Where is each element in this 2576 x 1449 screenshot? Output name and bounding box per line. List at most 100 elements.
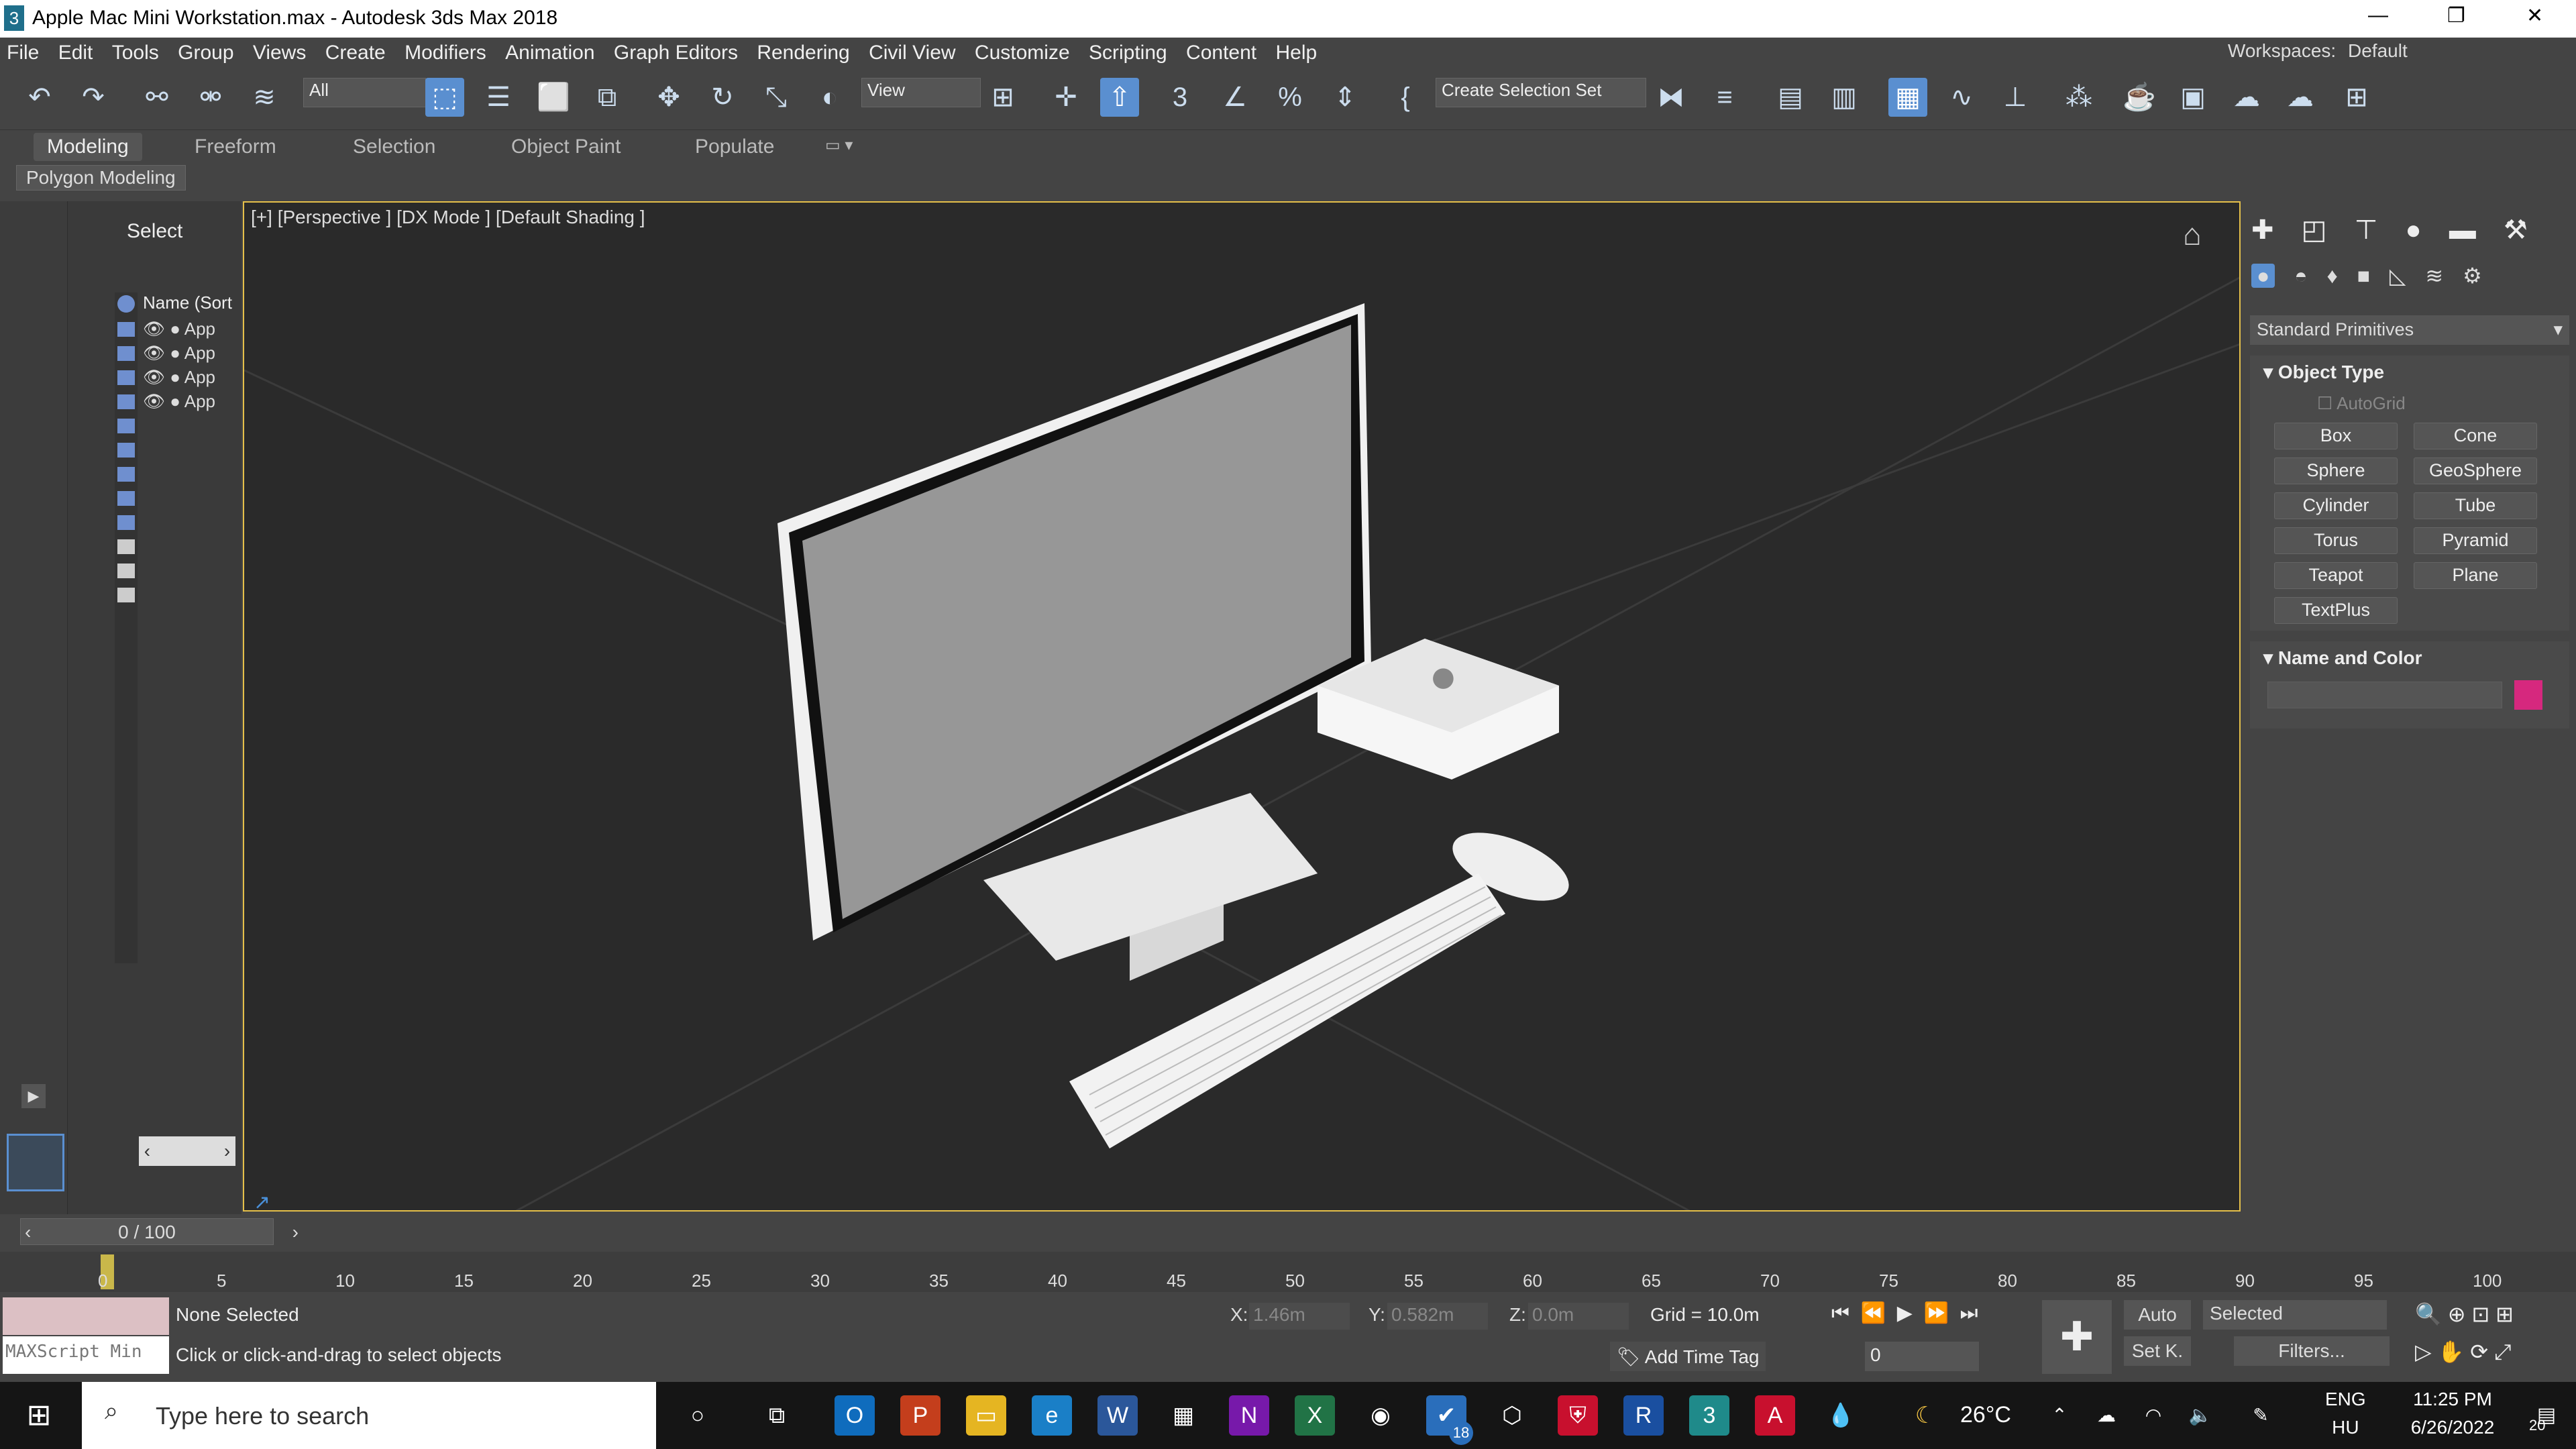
menu-graph-editors[interactable]: Graph Editors <box>607 38 745 64</box>
menu-content[interactable]: Content <box>1179 38 1263 64</box>
hierarchy-tab-icon[interactable]: ⊤ <box>2355 215 2378 245</box>
current-frame-spinner[interactable]: 0 <box>1865 1342 1979 1371</box>
tab-modeling[interactable]: Modeling <box>34 133 142 161</box>
category-dropdown[interactable]: Standard Primitives ▾ <box>2250 315 2569 345</box>
show-hidden-icons[interactable]: ⌃ <box>2039 1395 2080 1436</box>
spacewarps-icon[interactable]: ≋ <box>2425 264 2443 288</box>
cortana-icon[interactable]: ○ <box>678 1395 718 1436</box>
eye-icon[interactable]: 👁 <box>143 367 165 387</box>
select-by-name-icon[interactable]: ☰ <box>479 78 518 117</box>
groups-filter-icon[interactable] <box>117 467 135 482</box>
shapes-icon[interactable]: ◓ <box>2294 264 2307 288</box>
powerpoint-icon[interactable]: P <box>900 1395 941 1436</box>
maxscript-mini-listener[interactable]: MAXScript Min <box>3 1336 169 1374</box>
weather-temperature[interactable]: 26°C <box>1960 1402 2011 1428</box>
menu-file[interactable]: File <box>0 38 46 64</box>
eye-icon[interactable]: 👁 <box>143 343 165 363</box>
rendered-frame-icon[interactable]: ▣ <box>2174 78 2212 117</box>
move-icon[interactable]: ✥ <box>649 78 688 117</box>
y-coordinate-field[interactable]: 0.582m <box>1387 1303 1488 1330</box>
scene-explorer-icon[interactable]: ▦ <box>1888 78 1927 117</box>
key-filter-dropdown[interactable]: Selected <box>2203 1300 2387 1330</box>
undo-icon[interactable]: ↶ <box>20 78 59 117</box>
display-tab-icon[interactable]: ▬ <box>2449 215 2476 245</box>
object-type-title[interactable]: ▾ Object Type <box>2263 361 2384 383</box>
render-setup-icon[interactable]: ☕ <box>2120 78 2159 117</box>
autocad-icon[interactable]: A <box>1755 1395 1795 1436</box>
modify-tab-icon[interactable]: ◰ <box>2302 215 2327 245</box>
workspaces-dropdown[interactable]: Default <box>2348 40 2556 62</box>
wifi-icon[interactable]: ◠ <box>2133 1395 2174 1436</box>
menu-views[interactable]: Views <box>246 38 313 64</box>
clock[interactable]: 11:25 PM 6/26/2022 <box>2385 1389 2520 1438</box>
cameras-icon[interactable]: ■ <box>2357 264 2370 288</box>
render-iterative-icon[interactable]: ☁ <box>2281 78 2320 117</box>
helpers-icon[interactable]: ◺ <box>2390 264 2406 288</box>
geosphere-button[interactable]: GeoSphere <box>2414 458 2537 484</box>
word-icon[interactable]: W <box>1097 1395 1138 1436</box>
bind-space-warp-icon[interactable]: ≋ <box>245 78 284 117</box>
torus-button[interactable]: Torus <box>2274 527 2398 554</box>
scale-icon[interactable]: ⤡ <box>757 78 796 117</box>
zoom-extents-icon[interactable]: ⊡ <box>2471 1302 2489 1326</box>
textplus-button[interactable]: TextPlus <box>2274 597 2398 624</box>
menu-modifiers[interactable]: Modifiers <box>398 38 493 64</box>
layer-filter-icon[interactable] <box>117 588 135 602</box>
placement-icon[interactable]: ◐ <box>810 78 849 117</box>
z-coordinate-field[interactable]: 0.0m <box>1528 1303 1629 1330</box>
teapot-button[interactable]: Teapot <box>2274 562 2398 589</box>
onenote-icon[interactable]: N <box>1229 1395 1269 1436</box>
maxscript-listener-top[interactable] <box>3 1297 169 1335</box>
pyramid-button[interactable]: Pyramid <box>2414 527 2537 554</box>
set-key-icon[interactable]: ✚ <box>2042 1300 2112 1374</box>
invert-filter-icon[interactable] <box>117 564 135 578</box>
object-color-swatch[interactable] <box>2514 680 2542 710</box>
rect-selection-icon[interactable]: ⬜ <box>534 78 573 117</box>
volume-icon[interactable]: 🔈 <box>2180 1395 2220 1436</box>
display-all-icon[interactable] <box>117 539 135 554</box>
autogrid-checkbox[interactable]: ☐ AutoGrid <box>2317 393 2406 414</box>
menu-civil-view[interactable]: Civil View <box>862 38 962 64</box>
render-icon[interactable]: ☁ <box>2227 78 2266 117</box>
lights-icon[interactable]: ♦ <box>2326 264 2337 288</box>
align-icon[interactable]: ≡ <box>1705 78 1744 117</box>
next-frame-icon[interactable]: › <box>292 1219 299 1246</box>
select-manipulate-icon[interactable]: ✛ <box>1046 78 1085 117</box>
create-tab-icon[interactable]: ✚ <box>2251 215 2274 245</box>
keyboard-shortcut-override-icon[interactable]: ⇧ <box>1100 78 1139 117</box>
systems-icon[interactable]: ⚙ <box>2463 264 2482 288</box>
cone-button[interactable]: Cone <box>2414 423 2537 449</box>
file-explorer-icon[interactable]: ▭ <box>966 1395 1006 1436</box>
x-coordinate-field[interactable]: 1.46m <box>1249 1303 1350 1330</box>
snaps-toggle-icon[interactable]: 3 <box>1161 78 1199 117</box>
play-icon[interactable]: ▶ <box>1897 1302 1913 1324</box>
bones-filter-icon[interactable] <box>117 515 135 530</box>
ref-coord-dropdown[interactable]: View <box>861 78 981 107</box>
list-item[interactable]: 👁 ● App <box>143 365 215 389</box>
geometry-icon[interactable]: ● <box>2251 264 2275 288</box>
spacewarps-filter-icon[interactable] <box>117 443 135 458</box>
tab-freeform[interactable]: Freeform <box>181 133 290 161</box>
outlook-icon[interactable]: O <box>835 1395 875 1436</box>
pen-icon[interactable]: ✎ <box>2241 1395 2281 1436</box>
paint-app-icon[interactable]: 💧 <box>1821 1395 1861 1436</box>
redo-icon[interactable]: ↷ <box>74 78 113 117</box>
angle-snap-icon[interactable]: ∠ <box>1216 78 1254 117</box>
edit-named-sets-icon[interactable]: { <box>1386 78 1425 117</box>
list-item[interactable]: 👁 ● App <box>143 317 215 341</box>
maximize-viewport-icon[interactable]: ⤢ <box>2494 1340 2512 1364</box>
time-slider[interactable]: ‹ 0 / 100 › <box>20 1218 299 1245</box>
close-button[interactable]: ✕ <box>2526 4 2543 28</box>
ribbon-options-icon[interactable]: ▭ ▾ <box>812 133 866 158</box>
unlink-icon[interactable]: ⚮ <box>191 78 230 117</box>
edge-icon[interactable]: e <box>1032 1395 1072 1436</box>
horizontal-scrollbar[interactable]: ‹ › <box>139 1136 235 1166</box>
3d-viewer-icon[interactable]: ⬡ <box>1492 1395 1532 1436</box>
minimize-button[interactable]: — <box>2368 4 2388 27</box>
curve-editor-icon[interactable]: ∿ <box>1942 78 1981 117</box>
windows-start-icon[interactable]: ⊞ <box>19 1395 59 1436</box>
tab-object-paint[interactable]: Object Paint <box>498 133 634 161</box>
schematic-view-icon[interactable]: ⊥ <box>1996 78 2035 117</box>
percent-snap-icon[interactable]: % <box>1271 78 1309 117</box>
goto-start-icon[interactable]: ⏮ <box>1831 1302 1849 1324</box>
